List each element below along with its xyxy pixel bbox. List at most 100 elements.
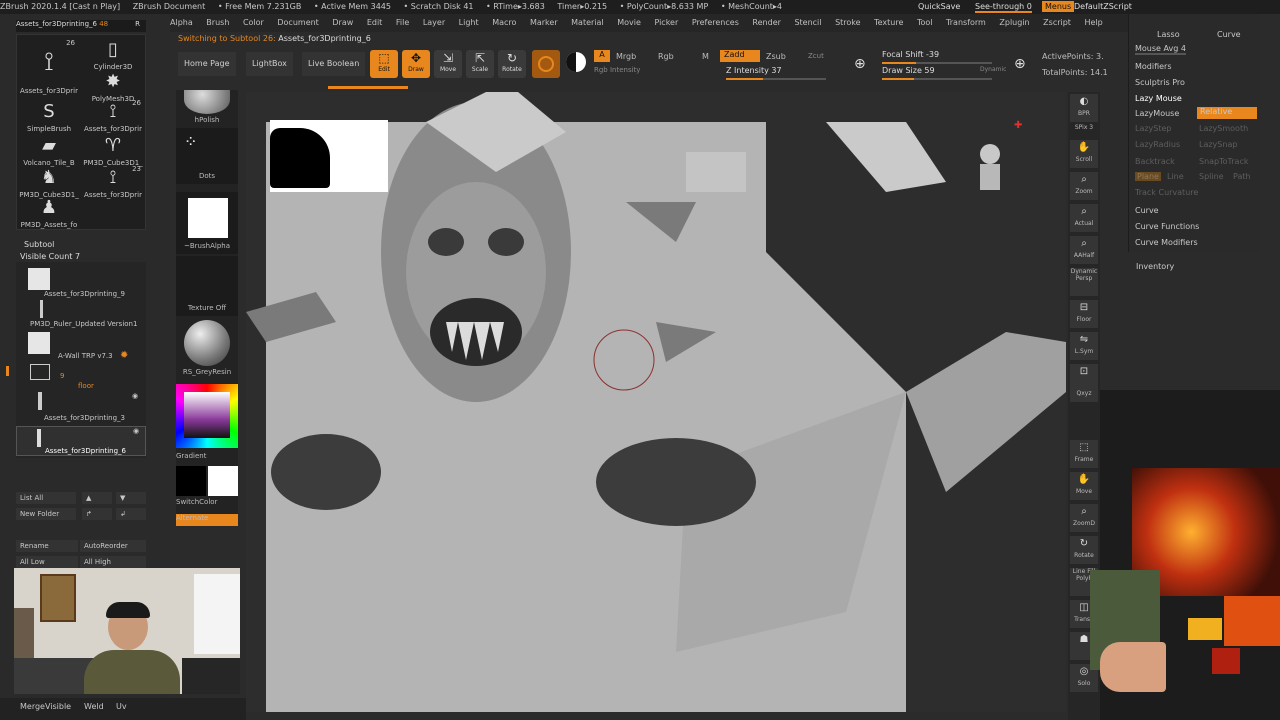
alternate-button[interactable]: Alternate <box>176 514 238 526</box>
canvas-viewport[interactable]: ✚ <box>246 92 1066 712</box>
tool-item[interactable]: ⟟ Assets_for3Dprir 26 <box>17 37 81 97</box>
aahalf-button[interactable]: ⌕ AAHalf <box>1070 236 1098 264</box>
subtool-row[interactable]: A-Wall TRP v7.3 ✹ <box>16 330 146 361</box>
rotate-view-button[interactable]: ↻ Rotate <box>1070 536 1098 564</box>
stroke-dots[interactable]: ⁘ Dots <box>176 128 238 184</box>
lazysnap-slider[interactable]: LazySnap <box>1199 140 1237 149</box>
draw-button[interactable]: ✥ Draw <box>402 50 430 78</box>
floor-button[interactable]: ⊟ Floor <box>1070 300 1098 328</box>
all-high-button[interactable]: All High <box>80 556 146 568</box>
mrgb-button[interactable]: Mrgb <box>616 52 636 61</box>
all-low-button[interactable]: All Low <box>16 556 78 568</box>
rgb-intensity-slider[interactable]: Rgb Intensity <box>594 66 640 74</box>
inventory-section[interactable]: Inventory <box>1136 262 1174 271</box>
subtool-row[interactable]: Assets_for3Dprinting_3 ◉ <box>16 392 146 422</box>
backtrack-toggle[interactable]: Backtrack <box>1135 157 1175 166</box>
color-square[interactable] <box>184 392 230 438</box>
lightbox-tab[interactable]: LightBox <box>246 52 293 76</box>
lock-button[interactable]: ⊡ <box>1070 364 1098 392</box>
live-boolean-tab[interactable]: Live Boolean <box>302 52 366 76</box>
menu-brush[interactable]: Brush <box>206 14 229 32</box>
zsub-button[interactable]: Zsub <box>766 52 786 61</box>
plane-button[interactable]: Plane <box>1135 172 1161 181</box>
arrow-up-button[interactable]: ▲ <box>82 492 112 504</box>
uv-button[interactable]: Uv <box>116 702 127 711</box>
rotate-button[interactable]: ↻ Rotate <box>498 50 526 78</box>
color-swatches[interactable]: SwitchColor <box>176 466 238 506</box>
arrow-down-button[interactable]: ▼ <box>116 492 146 504</box>
material-button[interactable] <box>532 50 560 78</box>
rename-button[interactable]: Rename <box>16 540 78 552</box>
tool-item[interactable]: ♟ PM3D_Assets_fo <box>17 195 81 235</box>
texture-off[interactable]: Texture Off <box>176 256 238 316</box>
lasso-button[interactable]: Lasso <box>1157 30 1180 39</box>
material-rs-greyresin[interactable]: RS_GreyResin <box>176 318 238 378</box>
zoom3d-button[interactable]: ⌕ ZoomD <box>1070 504 1098 532</box>
list-all-button[interactable]: List All <box>16 492 76 504</box>
bpr-button[interactable]: ◐ BPR <box>1070 94 1098 122</box>
subtool-folder[interactable]: 9 floor <box>6 362 146 390</box>
m-button[interactable]: M <box>702 52 709 61</box>
menu-document[interactable]: Document <box>277 14 318 32</box>
menu-draw[interactable]: Draw <box>332 14 353 32</box>
move-button[interactable]: ⇲ Move <box>434 50 462 78</box>
a-button[interactable]: A <box>594 50 610 62</box>
zoom-button[interactable]: ⌕ Zoom <box>1070 172 1098 200</box>
snap-to-track-toggle[interactable]: SnapToTrack <box>1199 157 1248 166</box>
menu-texture[interactable]: Texture <box>874 14 903 32</box>
move-view-button[interactable]: ✋ Move <box>1070 472 1098 500</box>
spix-slider[interactable]: SPix 3 <box>1070 124 1098 138</box>
menu-macro[interactable]: Macro <box>492 14 516 32</box>
default-zscript-button[interactable]: DefaultZScript <box>1074 2 1132 11</box>
arrow-button[interactable]: ↲ <box>116 508 146 520</box>
z-intensity-slider[interactable]: Z Intensity 37 <box>726 66 826 80</box>
tool-item[interactable]: ⟟ Assets_for3Dprir 23 <box>81 165 145 205</box>
actual-button[interactable]: ⌕ Actual <box>1070 204 1098 232</box>
lazy-mouse-section[interactable]: Lazy Mouse <box>1135 94 1182 103</box>
gear-icon[interactable]: ✹ <box>120 350 128 361</box>
color-picker[interactable]: Gradient <box>176 384 238 460</box>
menu-stencil[interactable]: Stencil <box>794 14 821 32</box>
path-button[interactable]: Path <box>1233 172 1251 181</box>
lazysmooth-slider[interactable]: LazySmooth <box>1199 124 1248 133</box>
scroll-button[interactable]: ✋ Scroll <box>1070 140 1098 168</box>
menu-zplugin[interactable]: Zplugin <box>999 14 1029 32</box>
subtool-row[interactable]: PM3D_Ruler_Updated Version1 <box>16 300 146 330</box>
menus-button[interactable]: Menus <box>1042 1 1075 12</box>
qxyz-button[interactable]: Qxyz <box>1070 390 1098 402</box>
tool-r-button[interactable]: R <box>135 20 140 28</box>
axis-gizmo-icon[interactable]: ✚ <box>1014 120 1022 131</box>
curve-modifiers-section[interactable]: Curve Modifiers <box>1135 238 1198 247</box>
yin-yang-icon[interactable] <box>566 52 586 72</box>
line-button[interactable]: Line <box>1167 172 1184 181</box>
zcut-button[interactable]: Zcut <box>808 52 824 60</box>
curve-stroke-button[interactable]: Curve <box>1217 30 1241 39</box>
alpha-brushalpha[interactable]: ~BrushAlpha <box>176 192 238 254</box>
menu-file[interactable]: File <box>396 14 409 32</box>
lazyradius-slider[interactable]: LazyRadius <box>1135 140 1180 149</box>
subtool-title[interactable]: Subtool <box>24 240 54 249</box>
zadd-button[interactable]: Zadd <box>720 50 760 62</box>
new-folder-button[interactable]: New Folder <box>16 508 76 520</box>
menu-color[interactable]: Color <box>243 14 264 32</box>
menu-zscript[interactable]: Zscript <box>1043 14 1071 32</box>
dynamic-button[interactable]: Dynamic <box>980 66 1006 73</box>
home-page-tab[interactable]: Home Page <box>178 52 236 76</box>
persp-button[interactable]: Dynamic Persp <box>1070 268 1098 296</box>
curve-functions-section[interactable]: Curve Functions <box>1135 222 1199 231</box>
scale-button[interactable]: ⇱ Scale <box>466 50 494 78</box>
draw-size-slider[interactable]: Draw Size 59 <box>882 66 992 80</box>
menu-light[interactable]: Light <box>459 14 479 32</box>
mouse-avg-slider[interactable]: Mouse Avg 4 <box>1135 44 1186 55</box>
track-curvature-slider[interactable]: Track Curvature <box>1135 188 1198 197</box>
lazymouse-toggle[interactable]: LazyMouse <box>1135 109 1179 118</box>
curve-section[interactable]: Curve <box>1135 206 1159 215</box>
modifiers-section[interactable]: Modifiers <box>1135 62 1172 71</box>
merge-visible-button[interactable]: MergeVisible <box>20 702 71 711</box>
see-through-slider[interactable]: See-through 0 <box>975 2 1032 13</box>
visible-count-slider[interactable]: Visible Count 7 <box>20 252 80 261</box>
edit-button[interactable]: ⬚ Edit <box>370 50 398 78</box>
menu-marker[interactable]: Marker <box>530 14 558 32</box>
lazystep-slider[interactable]: LazyStep <box>1135 124 1172 133</box>
spline-button[interactable]: Spline <box>1199 172 1224 181</box>
